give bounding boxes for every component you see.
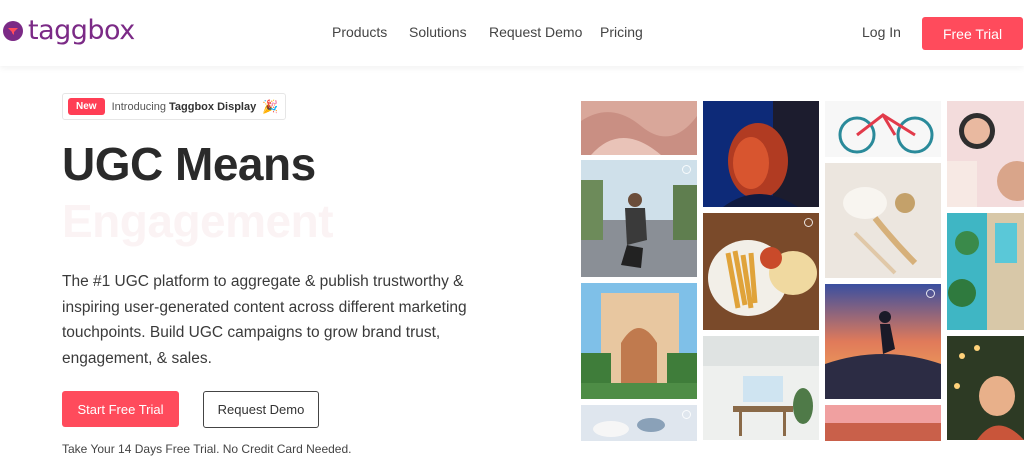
start-free-trial-button[interactable]: Start Free Trial	[62, 391, 179, 427]
logo[interactable]: taggbox	[2, 14, 135, 48]
nav-solutions[interactable]: Solutions	[409, 24, 467, 40]
fabric-texture-photo[interactable]	[581, 101, 697, 155]
pinterest-icon-2	[926, 289, 935, 298]
nav-request-demo[interactable]: Request Demo	[489, 24, 582, 40]
trial-note: Take Your 14 Days Free Trial. No Credit …	[62, 442, 352, 456]
nav-pricing[interactable]: Pricing	[600, 24, 643, 40]
party-popper-icon: 🎉	[262, 98, 279, 114]
logo-text: taggbox	[28, 15, 135, 46]
pool-aerial-photo[interactable]	[947, 213, 1024, 330]
resort-building-photo[interactable]	[581, 283, 697, 399]
announcement-text: Introducing	[111, 100, 166, 113]
coffee-cups-photo[interactable]	[581, 405, 697, 441]
site-header: taggbox Products Solutions Request Demo …	[0, 0, 1024, 66]
child-lights-photo[interactable]	[947, 336, 1024, 440]
hero-title: UGC Means	[62, 138, 316, 190]
pinterest-icon	[804, 218, 813, 227]
instagram-icon	[682, 165, 691, 174]
portrait-neon-photo[interactable]	[703, 101, 819, 207]
new-badge: New	[68, 98, 105, 115]
fries-meal-photo[interactable]	[703, 213, 819, 330]
jewelry-flatlay-photo[interactable]	[825, 163, 941, 278]
announcement-banner[interactable]: New Introducing Taggbox Display 🎉	[62, 93, 286, 120]
skateboarder-street-photo[interactable]	[581, 160, 697, 277]
free-trial-button[interactable]: Free Trial	[922, 17, 1023, 50]
makeup-compact-photo[interactable]	[947, 101, 1024, 207]
twitter-icon	[682, 410, 691, 419]
request-demo-button[interactable]: Request Demo	[203, 391, 319, 428]
hero-description: The #1 UGC platform to aggregate & publi…	[62, 273, 467, 367]
bicycle-photo[interactable]	[825, 101, 941, 157]
hero-title-animated: Engagement	[62, 195, 334, 247]
skatepark-sunset-photo[interactable]	[825, 284, 941, 399]
dining-room-photo[interactable]	[703, 336, 819, 440]
login-link[interactable]: Log In	[862, 24, 901, 40]
nav-products[interactable]: Products	[332, 24, 387, 40]
logo-icon	[2, 20, 24, 42]
landscape-sunset-photo[interactable]	[825, 405, 941, 441]
announcement-product: Taggbox Display	[169, 100, 257, 113]
